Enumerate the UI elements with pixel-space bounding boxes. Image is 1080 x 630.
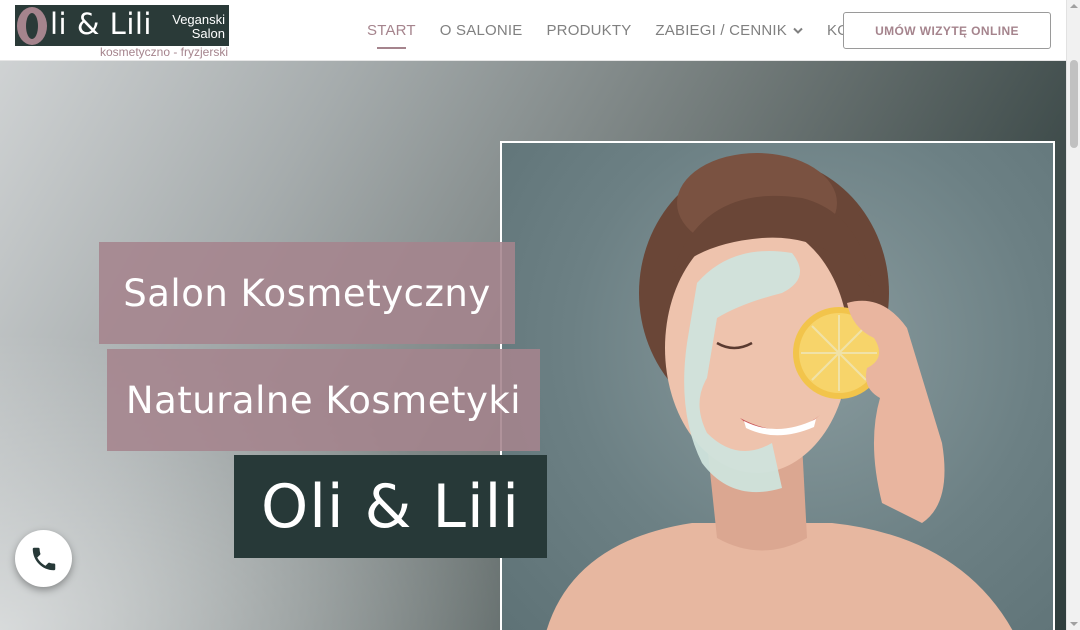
nav-item-zabiegi-cennik[interactable]: ZABIEGI / CENNIK (655, 22, 803, 39)
nav-item-label: ZABIEGI / CENNIK (655, 22, 787, 39)
nav-item-produkty[interactable]: PRODUKTY (546, 22, 631, 39)
book-online-button[interactable]: UMÓW WIZYTĘ ONLINE (843, 12, 1051, 49)
logo-box: li & Lili Veganski Salon (15, 5, 229, 46)
chevron-down-icon (793, 27, 803, 34)
logo-name: li & Lili (50, 7, 152, 41)
main-nav: START O SALONIE PRODUKTY ZABIEGI / CENNI… (367, 0, 922, 61)
logo-tagline-line2: Salon (191, 26, 225, 41)
phone-icon (32, 547, 55, 570)
hero-section: Salon Kosmetyczny Naturalne Kosmetyki Ol… (0, 61, 1066, 630)
hero-headline-brand: Oli & Lili (234, 455, 547, 558)
scrollbar-thumb[interactable] (1070, 60, 1078, 148)
nav-item-label: PRODUKTY (546, 22, 632, 39)
nav-item-start[interactable]: START (367, 22, 416, 49)
logo-o-mark (17, 7, 47, 45)
nav-item-label: START (367, 22, 416, 39)
logo[interactable]: li & Lili Veganski Salon kosmetyczno - f… (15, 5, 229, 59)
hero-headline-naturalne: Naturalne Kosmetyki (107, 349, 540, 451)
hero-photo (500, 141, 1055, 630)
logo-tagline-line1: Veganski (172, 12, 225, 27)
scroll-down-arrow-icon[interactable] (1070, 620, 1078, 628)
woman-face-mask-lemon-photo (546, 153, 1013, 630)
nav-item-o-salonie[interactable]: O SALONIE (440, 22, 523, 39)
page-scrollbar[interactable] (1066, 0, 1080, 630)
nav-item-label: O SALONIE (439, 22, 523, 39)
hero-headline-salon: Salon Kosmetyczny (99, 242, 515, 344)
logo-subtitle: kosmetyczno - fryzjerski (99, 45, 228, 59)
call-button[interactable] (15, 530, 72, 587)
site-header: li & Lili Veganski Salon kosmetyczno - f… (0, 0, 1066, 61)
scroll-up-arrow-icon[interactable] (1070, 2, 1078, 10)
logo-tagline: Veganski Salon (155, 13, 225, 41)
